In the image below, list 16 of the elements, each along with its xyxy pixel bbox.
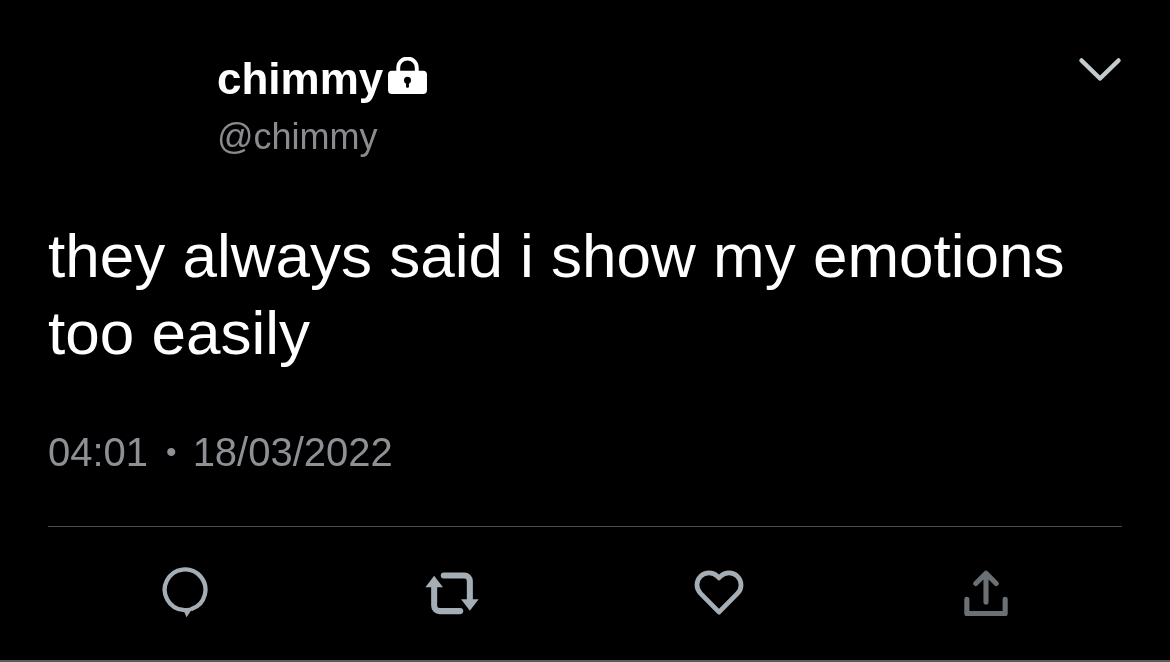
arrow-up-tray-icon [963, 570, 1008, 616]
reply-button[interactable] [162, 567, 209, 619]
tweet-text: they always said i show my emotions too easily [48, 220, 1066, 369]
username-handle: @chimmy [217, 115, 378, 159]
chevron-down-icon [1078, 57, 1122, 82]
more-options-button[interactable] [1078, 57, 1122, 82]
display-name: chimmy [217, 53, 384, 105]
post-date: 18/03/2022 [192, 429, 393, 476]
repeat-arrows-icon [424, 571, 481, 615]
share-button[interactable] [963, 570, 1008, 616]
heart-icon [693, 570, 744, 616]
speech-bubble-icon [162, 567, 209, 619]
separator-dot: • [166, 434, 177, 470]
like-button[interactable] [693, 570, 744, 616]
retweet-button[interactable] [424, 571, 481, 615]
post-time: 04:01 [48, 429, 149, 476]
